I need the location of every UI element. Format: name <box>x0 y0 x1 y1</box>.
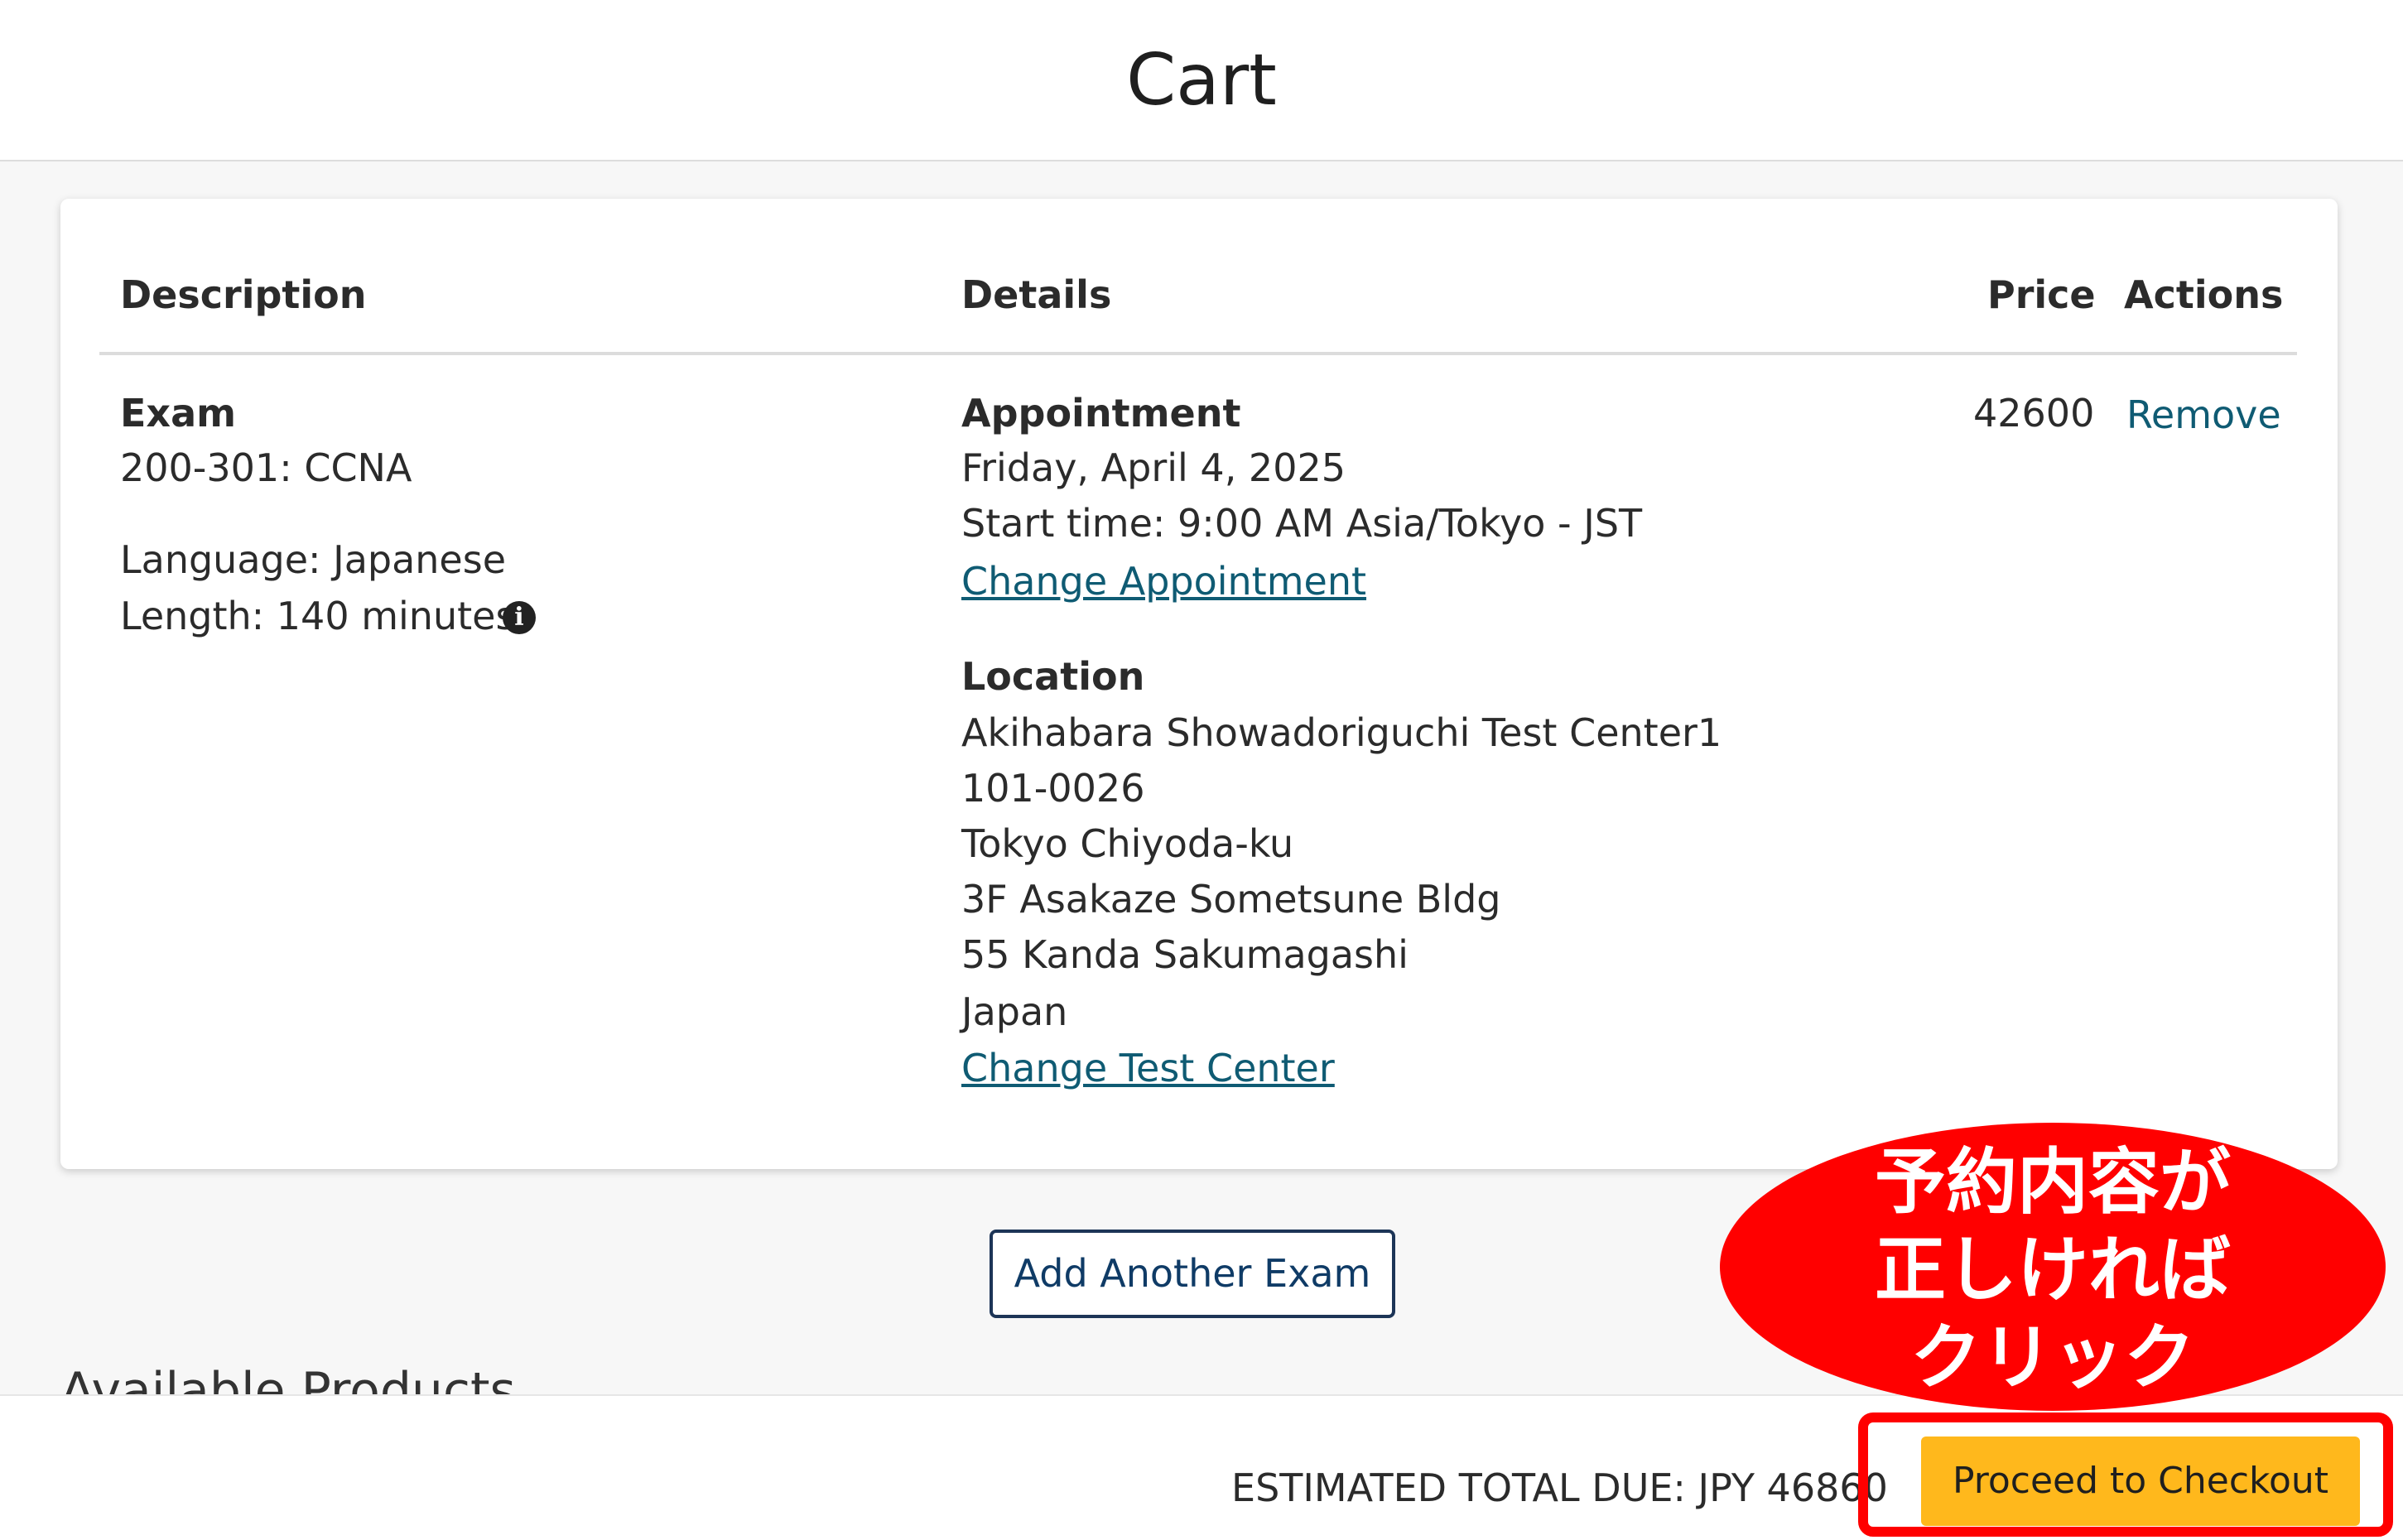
add-another-exam-button[interactable]: Add Another Exam <box>990 1230 1395 1318</box>
appointment-heading: Appointment <box>961 391 1241 436</box>
exam-name: 200-301: CCNA <box>120 445 412 490</box>
change-appointment-link[interactable]: Change Appointment <box>961 555 1366 608</box>
column-header-actions: Actions <box>2124 272 2284 317</box>
column-header-details: Details <box>961 272 1112 317</box>
cart-table-card <box>60 199 2338 1169</box>
location-line: Japan <box>961 989 1068 1034</box>
location-heading: Location <box>961 654 1145 699</box>
location-line: Tokyo Chiyoda-ku <box>961 821 1294 866</box>
remove-link[interactable]: Remove <box>2126 388 2281 441</box>
annotation-line: 正しければ <box>1875 1229 2231 1311</box>
page-header: Cart <box>0 0 2403 161</box>
column-header-description: Description <box>120 272 367 317</box>
exam-length: Length: 140 minutes <box>120 594 516 638</box>
annotation-line: 予約内容が <box>1875 1141 2231 1224</box>
item-type: Exam <box>120 391 237 436</box>
annotation-callout-text: 予約内容が 正しければ クリック <box>1720 1138 2386 1402</box>
estimated-total: ESTIMATED TOTAL DUE: JPY 46860 <box>1231 1465 1888 1510</box>
table-header-divider <box>99 352 2297 355</box>
item-price: 42600 <box>1973 391 2095 436</box>
column-header-price: Price <box>1987 272 2096 317</box>
location-line: 55 Kanda Sakumagashi <box>961 932 1409 977</box>
annotation-line: クリック <box>1910 1316 2195 1399</box>
location-line: Akihabara Showadoriguchi Test Center1 <box>961 710 1722 755</box>
location-line: 3F Asakaze Sometsune Bldg <box>961 877 1501 922</box>
annotation-highlight-box <box>1858 1412 2393 1537</box>
change-test-center-link[interactable]: Change Test Center <box>961 1042 1335 1095</box>
page-title: Cart <box>1126 39 1277 122</box>
appointment-start-time: Start time: 9:00 AM Asia/Tokyo - JST <box>961 501 1643 546</box>
info-circle-icon[interactable]: i <box>503 601 536 634</box>
location-line: 101-0026 <box>961 766 1145 811</box>
exam-language: Language: Japanese <box>120 537 506 582</box>
appointment-date: Friday, April 4, 2025 <box>961 445 1346 490</box>
